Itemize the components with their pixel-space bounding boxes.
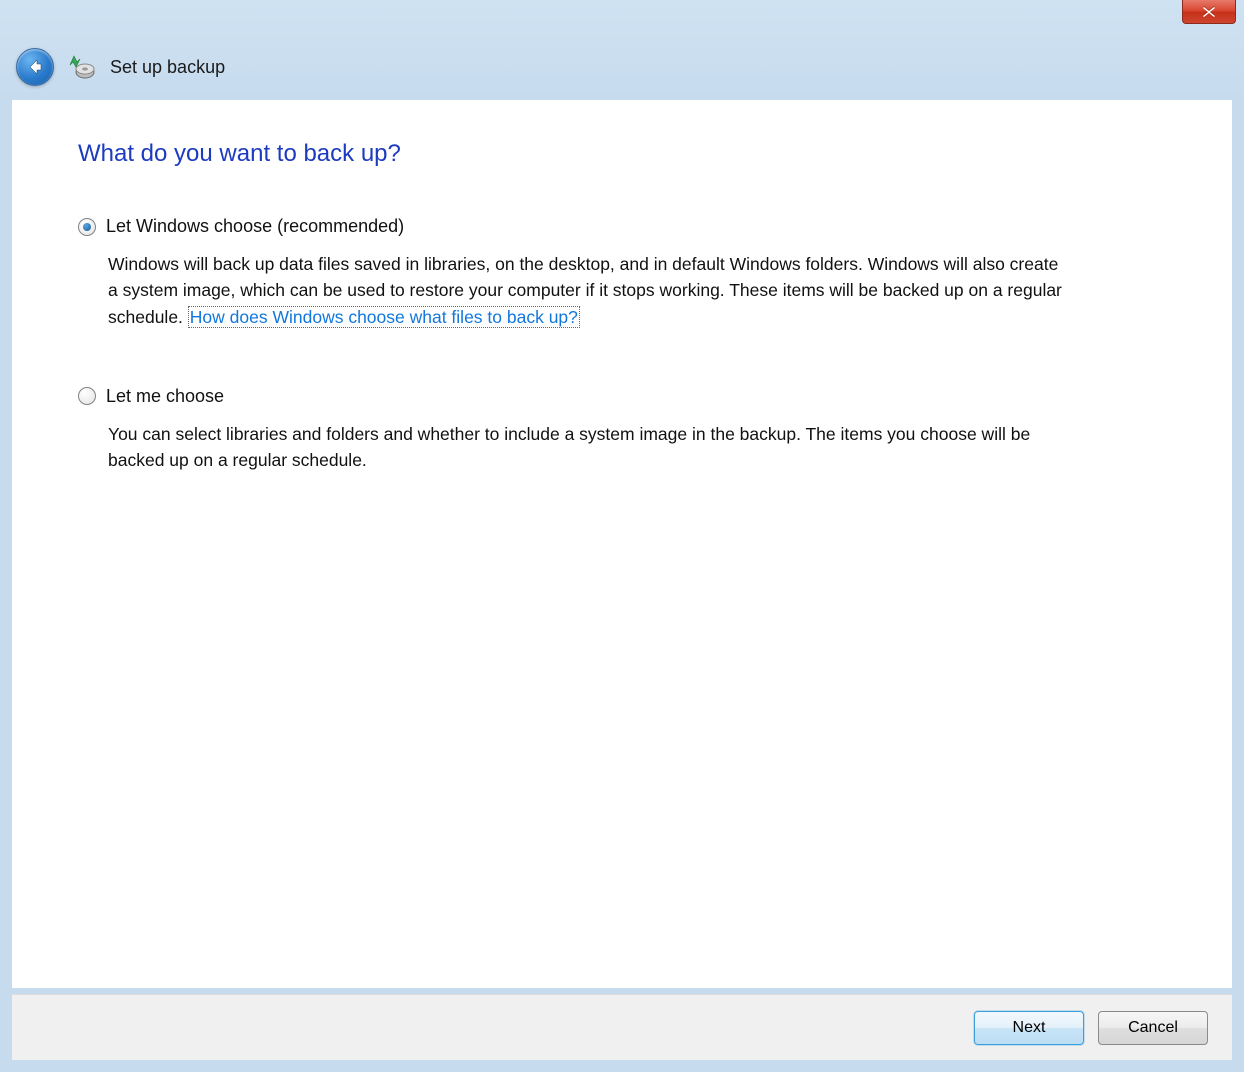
backup-wizard-icon <box>68 53 96 81</box>
arrow-left-icon <box>25 57 45 77</box>
option-label[interactable]: Let Windows choose (recommended) <box>106 216 404 237</box>
radio-let-me-choose[interactable] <box>78 387 96 405</box>
back-button[interactable] <box>16 48 54 86</box>
cancel-button[interactable]: Cancel <box>1098 1011 1208 1045</box>
option-row[interactable]: Let Windows choose (recommended) <box>78 216 1184 237</box>
option-description: You can select libraries and folders and… <box>108 421 1068 474</box>
wizard-footer: Next Cancel <box>12 994 1232 1060</box>
close-icon <box>1202 6 1216 18</box>
titlebar <box>0 0 1244 32</box>
option-let-windows-choose: Let Windows choose (recommended) Windows… <box>78 216 1184 330</box>
option-let-me-choose: Let me choose You can select libraries a… <box>78 386 1184 474</box>
close-button[interactable] <box>1182 0 1236 24</box>
wizard-window: Set up backup What do you want to back u… <box>0 0 1244 1072</box>
content-area: What do you want to back up? Let Windows… <box>12 100 1232 988</box>
option-description: Windows will back up data files saved in… <box>108 251 1068 330</box>
wizard-title: Set up backup <box>110 57 225 78</box>
wizard-header: Set up backup <box>0 32 1244 102</box>
next-button[interactable]: Next <box>974 1011 1084 1045</box>
radio-let-windows-choose[interactable] <box>78 218 96 236</box>
option-row[interactable]: Let me choose <box>78 386 1184 407</box>
help-link-how-windows-chooses[interactable]: How does Windows choose what files to ba… <box>188 306 580 328</box>
option-label[interactable]: Let me choose <box>106 386 224 407</box>
option-description-text: You can select libraries and folders and… <box>108 424 1030 470</box>
page-heading: What do you want to back up? <box>78 140 1184 168</box>
